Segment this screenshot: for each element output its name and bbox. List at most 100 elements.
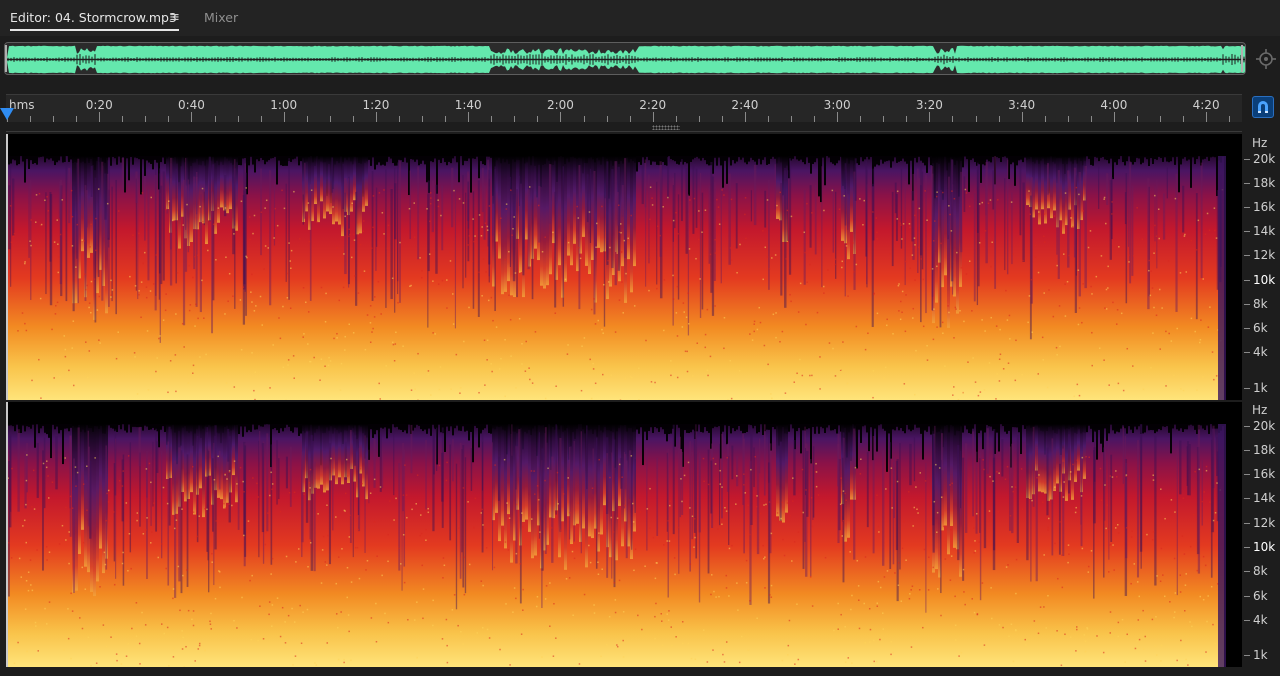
spectrogram-speckle bbox=[721, 523, 723, 526]
spectrogram-speckle bbox=[753, 320, 756, 323]
spectrogram-speckle bbox=[1098, 347, 1101, 349]
spectrogram-speckle bbox=[288, 242, 290, 244]
spectrogram-speckle bbox=[336, 337, 338, 339]
spectrogram-speckle bbox=[71, 507, 74, 509]
spectrogram-speckle bbox=[1015, 592, 1017, 595]
spectrogram-speckle bbox=[380, 313, 382, 315]
spectrogram-speckle bbox=[25, 503, 27, 506]
spectrogram-speckle bbox=[796, 603, 798, 605]
spectrogram-speckle bbox=[1185, 658, 1187, 661]
spectrogram-speckle bbox=[163, 632, 166, 635]
spectrogram-speckle bbox=[1043, 292, 1045, 294]
spectrogram-streak bbox=[107, 173, 109, 238]
spectrogram-speckle bbox=[289, 260, 291, 262]
spectrogram-speckle bbox=[937, 588, 939, 590]
spectrogram-speckle bbox=[1095, 275, 1098, 278]
spectrogram-speckle bbox=[182, 224, 184, 226]
spectrogram-channel-right[interactable] bbox=[6, 402, 1242, 667]
spectrogram-streak bbox=[1062, 461, 1065, 556]
tab-editor[interactable]: Editor: 04. Stormcrow.mp3 bbox=[10, 10, 177, 26]
spectrogram-hf-rolloff bbox=[648, 402, 650, 431]
tab-mixer[interactable]: Mixer bbox=[204, 10, 238, 26]
spectrogram-speckle bbox=[429, 192, 432, 194]
spectrogram-speckle bbox=[630, 214, 632, 217]
spectrogram-hf-rolloff bbox=[838, 402, 840, 426]
spectrogram-speckle bbox=[495, 326, 498, 328]
spectrogram-hf-rolloff bbox=[774, 134, 776, 159]
spectrogram-speckle bbox=[462, 487, 465, 489]
spectrogram-speckle bbox=[892, 651, 894, 654]
spectrogram-speckle bbox=[707, 374, 709, 377]
spectrogram-speckle bbox=[900, 224, 902, 226]
spectrogram-hf-rolloff bbox=[1004, 134, 1006, 157]
spectrogram-speckle bbox=[717, 528, 719, 530]
spectrogram-hf-rolloff bbox=[698, 402, 700, 425]
spectrogram-speckle bbox=[173, 527, 176, 530]
spectrogram-speckle bbox=[1024, 638, 1026, 641]
spectrogram-speckle bbox=[749, 600, 751, 602]
spectrogram-speckle bbox=[995, 325, 998, 327]
spectrogram-hf-rolloff bbox=[706, 134, 708, 165]
snap-toggle-button[interactable] bbox=[1252, 96, 1274, 118]
spectrogram-speckle bbox=[336, 247, 338, 249]
spectrogram-speckle bbox=[1114, 527, 1117, 529]
spectrogram-speckle bbox=[1209, 501, 1211, 503]
spectrogram-channel-left[interactable] bbox=[6, 134, 1242, 400]
frequency-scale-tick bbox=[1244, 207, 1250, 208]
spectrogram-speckle bbox=[289, 307, 292, 309]
spectrogram-speckle bbox=[35, 194, 38, 196]
spectrogram-speckle bbox=[876, 231, 878, 234]
spectrogram-speckle bbox=[1006, 465, 1009, 468]
overview-range-end-handle[interactable] bbox=[1241, 45, 1243, 72]
spectrogram-speckle bbox=[306, 608, 309, 611]
spectrogram-hf-rolloff bbox=[490, 402, 492, 434]
spectrogram-speckle bbox=[953, 386, 955, 388]
spectrogram-hf-rolloff bbox=[1016, 402, 1018, 428]
spectrogram-speckle bbox=[934, 220, 936, 222]
spectrogram-streak bbox=[809, 185, 812, 248]
playhead-marker[interactable] bbox=[0, 108, 14, 120]
spectrogram-speckle bbox=[1047, 517, 1050, 520]
zoom-navigator-icon[interactable] bbox=[1255, 48, 1277, 70]
spectrogram-speckle bbox=[363, 220, 365, 222]
spectrogram-hf-rolloff bbox=[926, 134, 928, 173]
spectrogram-speckle bbox=[834, 263, 836, 266]
spectrogram-speckle bbox=[1068, 553, 1070, 555]
spectrogram-speckle bbox=[811, 212, 813, 214]
spectrogram-speckle bbox=[224, 207, 227, 209]
spectrogram-speckle bbox=[710, 574, 713, 576]
spectrogram-hf-rolloff bbox=[138, 134, 140, 160]
spectrogram-hf-rolloff bbox=[22, 402, 24, 426]
spectrogram-hf-rolloff bbox=[646, 134, 648, 157]
spectrogram-streak bbox=[614, 161, 617, 286]
spectrogram-speckle bbox=[860, 458, 862, 461]
spectrogram-speckle bbox=[787, 654, 789, 656]
spectrogram-speckle bbox=[633, 569, 635, 572]
spectrogram-hf-rolloff bbox=[20, 402, 22, 433]
spectrogram-speckle bbox=[942, 525, 945, 528]
spectrogram-hf-rolloff bbox=[962, 134, 964, 168]
spectrogram-hf-rolloff bbox=[260, 134, 262, 158]
spectrogram-speckle bbox=[1199, 595, 1202, 598]
time-ruler-major-tick bbox=[191, 112, 192, 122]
time-ruler-minor-tick bbox=[584, 116, 585, 122]
overview-waveform[interactable] bbox=[4, 42, 1246, 75]
panel-resize-grip[interactable] bbox=[652, 125, 680, 130]
spectrogram-speckle bbox=[1105, 308, 1108, 310]
spectrogram-hf-rolloff bbox=[726, 402, 728, 445]
spectrogram-speckle bbox=[1087, 571, 1090, 573]
spectrogram-quiet-band bbox=[335, 424, 338, 485]
spectrogram-speckle bbox=[122, 470, 124, 472]
overview-range-start-handle[interactable] bbox=[5, 45, 7, 72]
spectrogram-speckle bbox=[335, 207, 337, 209]
spectrogram-speckle bbox=[971, 598, 973, 600]
spectrogram-speckle bbox=[597, 561, 599, 564]
spectrogram-streak bbox=[620, 458, 623, 489]
spectrogram-hf-rolloff bbox=[1060, 134, 1062, 159]
spectrogram-speckle bbox=[377, 280, 380, 283]
spectrogram-speckle bbox=[950, 230, 953, 232]
time-ruler-minor-tick bbox=[952, 116, 953, 122]
hamburger-menu-icon[interactable]: ≡ bbox=[169, 10, 180, 25]
spectrogram-speckle bbox=[745, 559, 748, 562]
spectrogram-speckle bbox=[25, 479, 28, 482]
